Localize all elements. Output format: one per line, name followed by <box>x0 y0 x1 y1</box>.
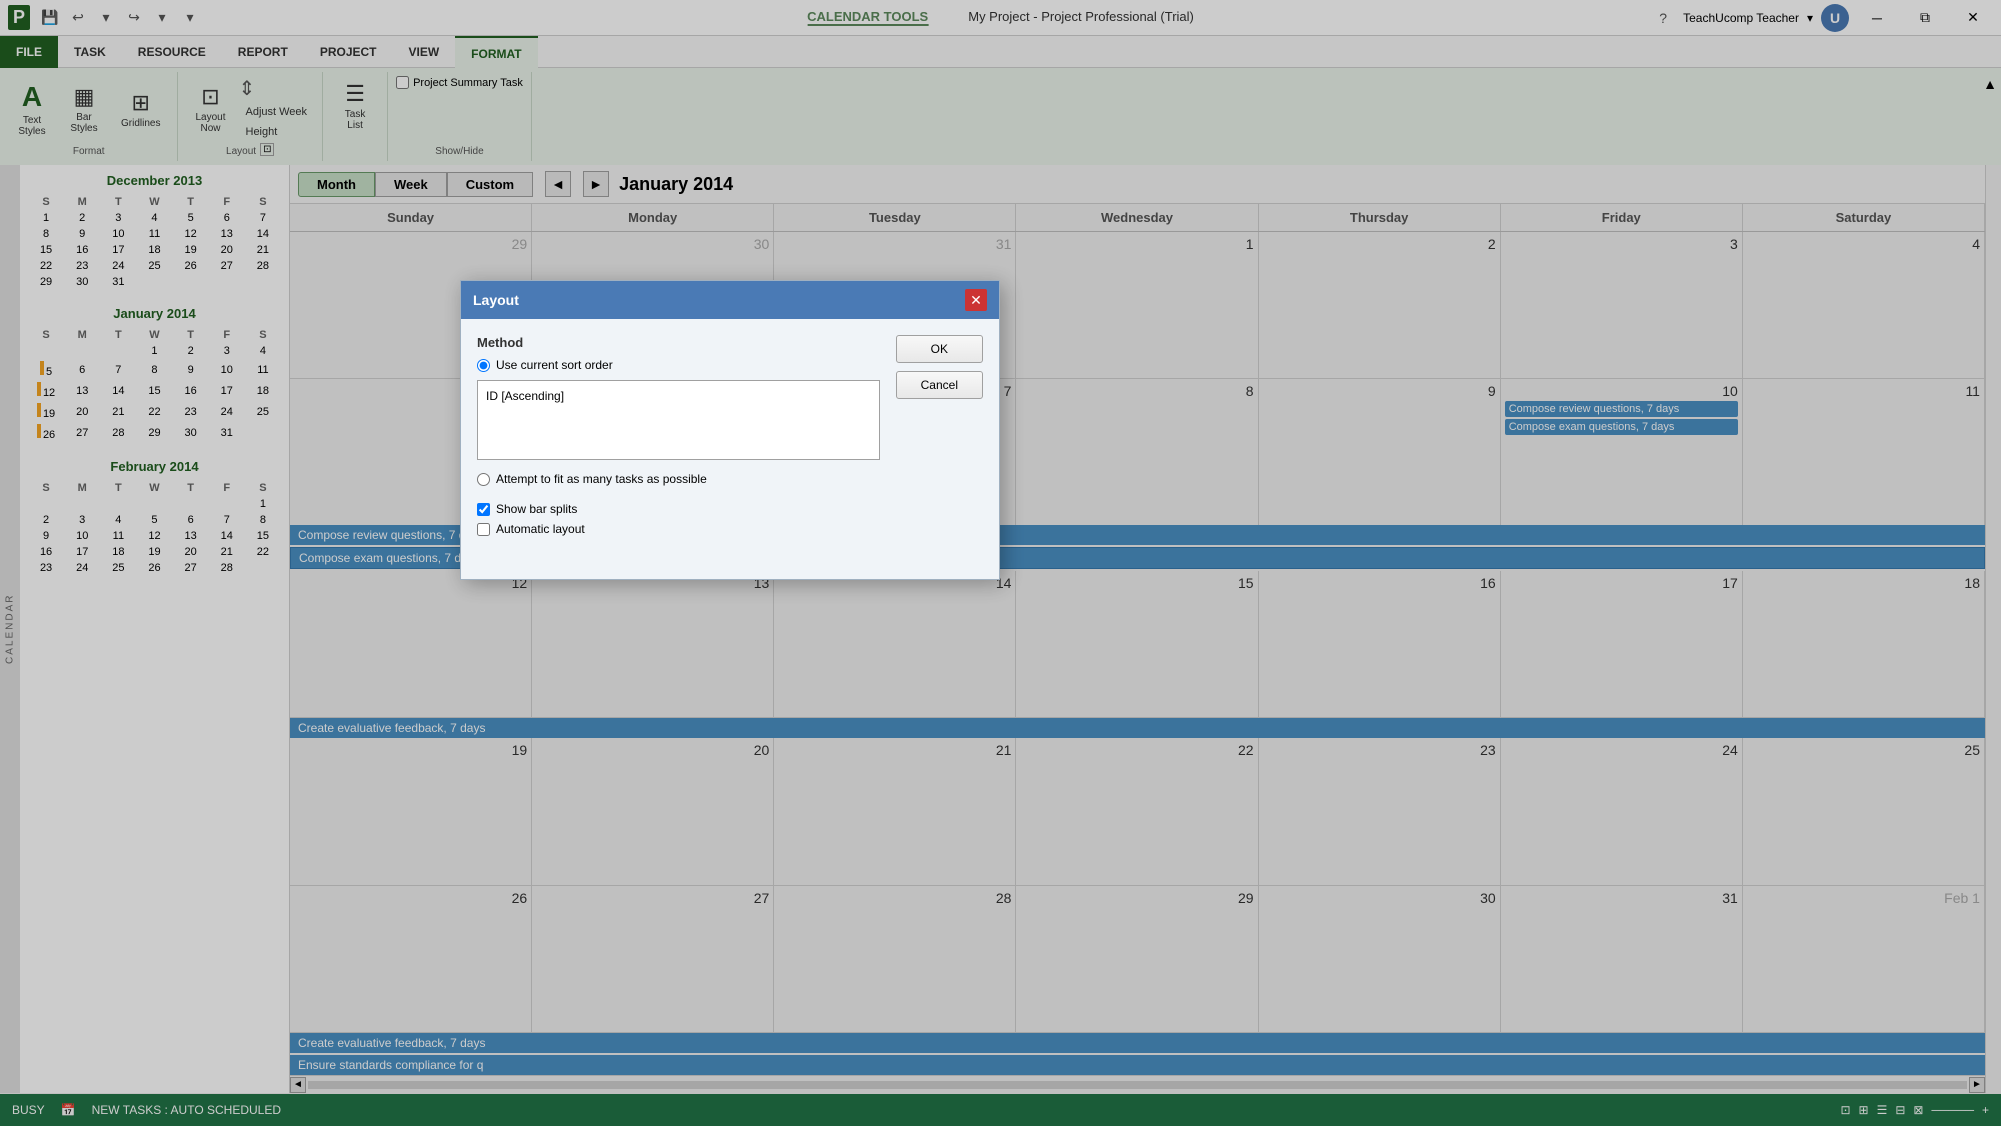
dialog-titlebar: Layout ✕ <box>461 281 999 319</box>
auto-layout-checkbox[interactable]: Automatic layout <box>477 522 880 536</box>
radio-fit-tasks[interactable]: Attempt to fit as many tasks as possible <box>477 472 880 486</box>
show-bar-splits-checkbox[interactable]: Show bar splits <box>477 502 880 516</box>
radio-fit-tasks-input[interactable] <box>477 473 490 486</box>
sort-order-value: ID [Ascending] <box>486 389 564 403</box>
auto-layout-input[interactable] <box>477 523 490 536</box>
dialog-right-panel: OK Cancel <box>896 335 983 542</box>
dialog-left-panel: Method Use current sort order ID [Ascend… <box>477 335 880 542</box>
auto-layout-label: Automatic layout <box>496 522 585 536</box>
radio-current-sort-label: Use current sort order <box>496 358 613 372</box>
dialog-ok-button[interactable]: OK <box>896 335 983 363</box>
sort-order-box: ID [Ascending] <box>477 380 880 460</box>
show-bar-splits-input[interactable] <box>477 503 490 516</box>
dialog-close-button[interactable]: ✕ <box>965 289 987 311</box>
dialog-title: Layout <box>473 292 519 308</box>
radio-fit-tasks-label: Attempt to fit as many tasks as possible <box>496 472 707 486</box>
layout-dialog: Layout ✕ Method Use current sort order I… <box>460 280 1000 580</box>
radio-current-sort-input[interactable] <box>477 359 490 372</box>
dialog-cancel-button[interactable]: Cancel <box>896 371 983 399</box>
method-label: Method <box>477 335 880 350</box>
dialog-body: Method Use current sort order ID [Ascend… <box>461 319 999 558</box>
radio-current-sort[interactable]: Use current sort order <box>477 358 880 372</box>
checkboxes-group: Show bar splits Automatic layout <box>477 502 880 536</box>
modal-overlay: Layout ✕ Method Use current sort order I… <box>0 0 2001 1126</box>
show-bar-splits-label: Show bar splits <box>496 502 577 516</box>
